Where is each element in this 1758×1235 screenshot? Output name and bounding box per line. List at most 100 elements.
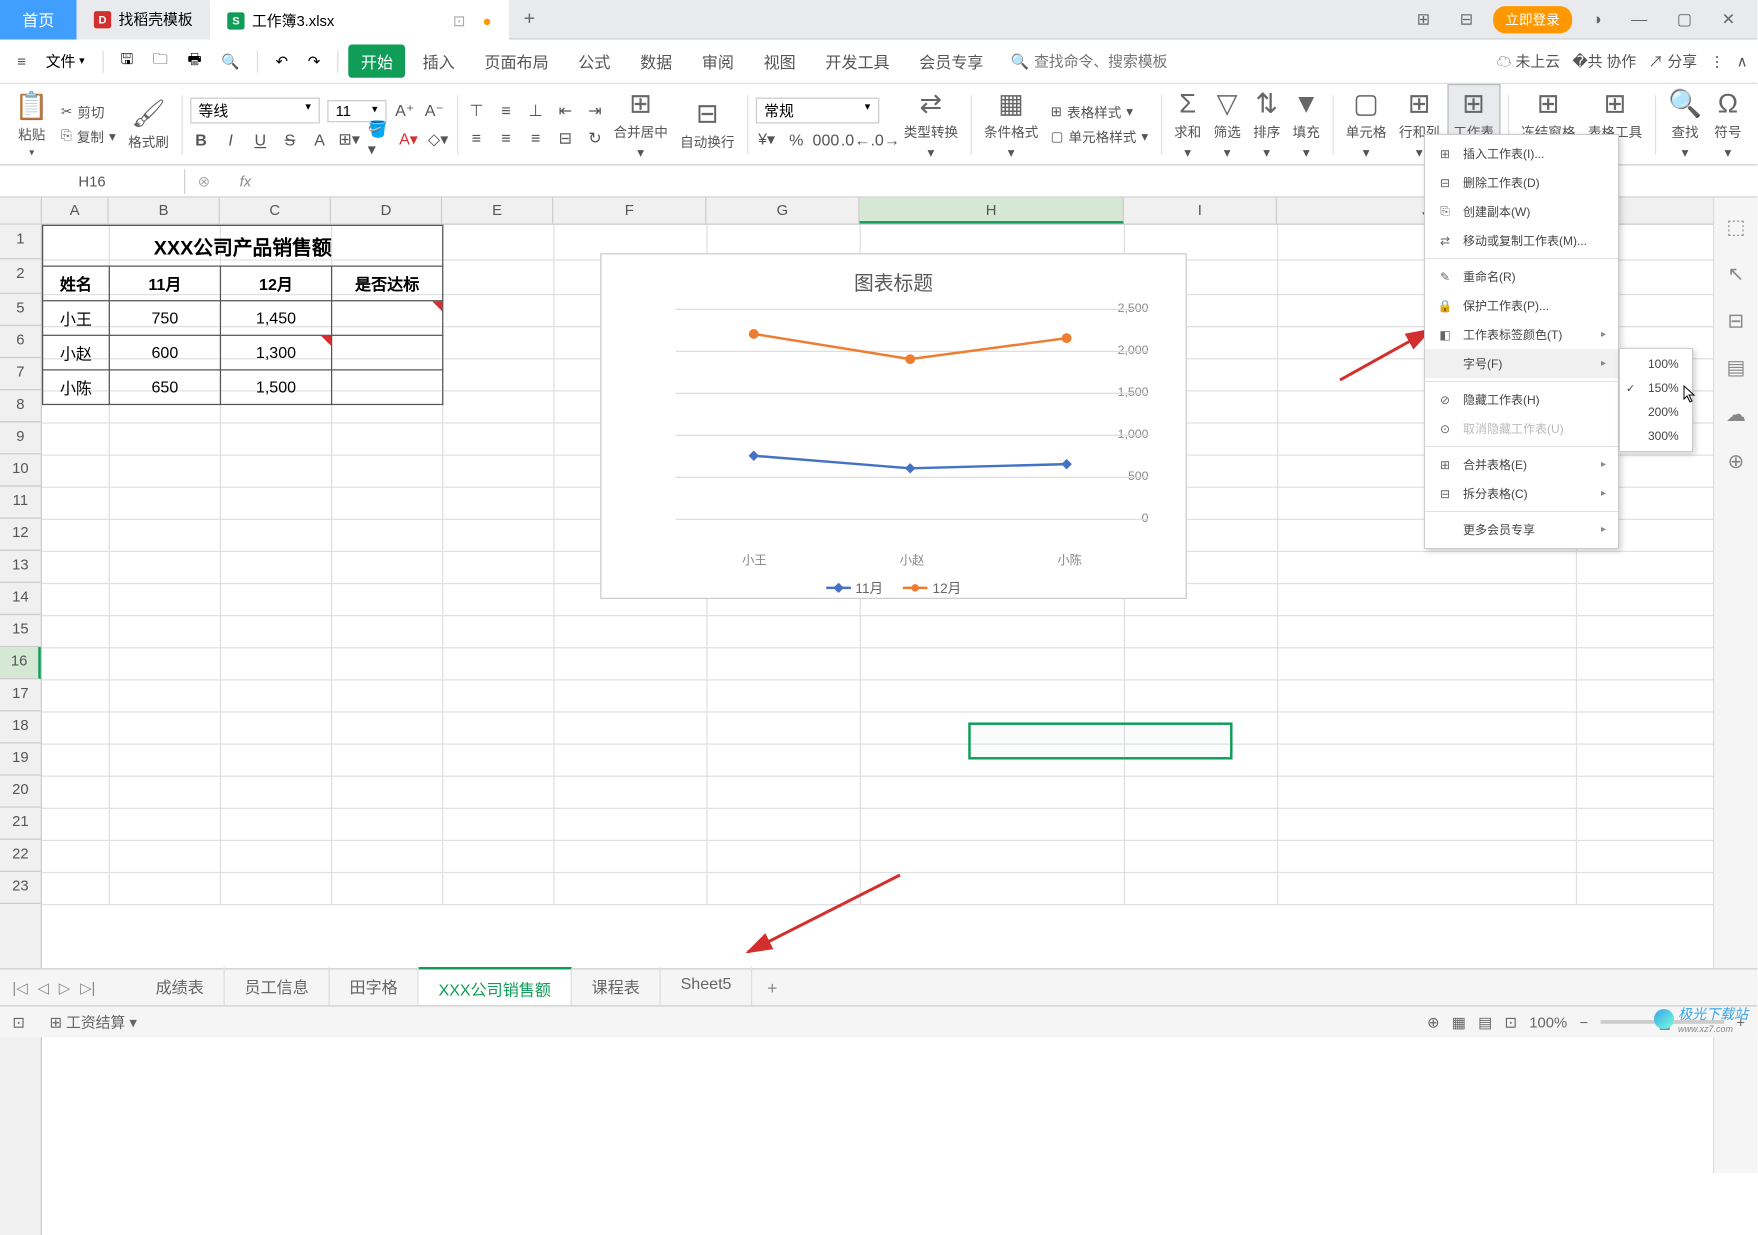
orientation-icon[interactable]: ↻ [584, 127, 606, 149]
cell[interactable]: 1,450 [220, 301, 331, 336]
menu-split-tables[interactable]: ⊟拆分表格(C)▸ [1425, 479, 1618, 508]
row-header[interactable]: 20 [0, 776, 41, 808]
cell[interactable]: 小王 [43, 301, 110, 336]
align-left-icon[interactable]: ≡ [465, 127, 487, 149]
cancel-fx-icon[interactable]: ⊗ [185, 172, 222, 189]
sheet-tab[interactable]: 成绩表 [136, 967, 225, 1008]
cell[interactable] [332, 370, 443, 405]
save-as-icon[interactable]: 🗀 [145, 48, 175, 74]
align-center-icon[interactable]: ≡ [495, 127, 517, 149]
close-button[interactable]: ✕ [1712, 4, 1745, 34]
home-tab[interactable]: 首页 [0, 0, 77, 39]
tab-review[interactable]: 审阅 [689, 44, 746, 77]
row-header[interactable]: 13 [0, 551, 41, 583]
zoom-value[interactable]: 100% [1529, 1013, 1567, 1030]
align-right-icon[interactable]: ≡ [525, 127, 547, 149]
menu-font-size[interactable]: 字号(F)▸ [1425, 349, 1618, 378]
cell[interactable]: 小赵 [43, 335, 110, 370]
sidebar-settings-icon[interactable]: ⊟ [1728, 309, 1745, 334]
menu-rename[interactable]: ✎重命名(R) [1425, 262, 1618, 291]
collab-button[interactable]: �共 协作 [1572, 51, 1636, 72]
cell[interactable]: 650 [109, 370, 220, 405]
format-painter-button[interactable]: 🖌格式刷 [123, 94, 174, 153]
tab-data[interactable]: 数据 [628, 44, 685, 77]
file-tab[interactable]: S 工作簿3.xlsx ⊡ ● [210, 0, 509, 39]
undo-button[interactable]: ↶ [268, 52, 295, 69]
strikethrough-button[interactable]: S [279, 128, 301, 150]
select-all-corner[interactable] [0, 198, 42, 225]
tab-dev[interactable]: 开发工具 [813, 44, 902, 77]
row-header[interactable]: 7 [0, 358, 41, 390]
cut-button[interactable]: ✂ 剪切 [56, 101, 121, 123]
sum-button[interactable]: Σ求和▾ [1169, 85, 1206, 163]
app-menu-icon[interactable]: ≡ [10, 48, 33, 75]
submenu-200[interactable]: 200% [1620, 400, 1692, 424]
file-menu[interactable]: 文件▾ [38, 51, 92, 72]
cell[interactable]: 600 [109, 335, 220, 370]
row-header[interactable]: 23 [0, 872, 41, 904]
sidebar-help-icon[interactable]: ⊕ [1728, 450, 1745, 475]
submenu-300[interactable]: 300% [1620, 424, 1692, 448]
align-top-icon[interactable]: ⊤ [465, 99, 487, 121]
fill-color-button[interactable]: 🪣▾ [368, 128, 390, 150]
indent-left-icon[interactable]: ⇤ [554, 99, 576, 121]
preview-icon[interactable]: 🔍 [214, 52, 247, 69]
indent-right-icon[interactable]: ⇥ [584, 99, 606, 121]
new-tab-button[interactable]: + [509, 8, 550, 30]
collapse-ribbon-icon[interactable]: ∧ [1737, 52, 1748, 69]
selected-cell[interactable] [968, 722, 1232, 759]
tab-view[interactable]: 视图 [751, 44, 808, 77]
increase-decimal-icon[interactable]: .0← [844, 128, 866, 150]
sheet-tab[interactable]: XXX公司销售额 [419, 967, 572, 1008]
type-convert-button[interactable]: ⇄类型转换▾ [899, 85, 963, 163]
redo-button[interactable]: ↷ [300, 52, 327, 69]
increase-font-icon[interactable]: A⁺ [394, 99, 416, 121]
cell[interactable] [332, 301, 443, 336]
column-header[interactable]: B [109, 198, 220, 224]
row-header[interactable]: 8 [0, 390, 41, 422]
distribute-icon[interactable]: ⊟ [554, 127, 576, 149]
menu-merge-tables[interactable]: ⊞合并表格(E)▸ [1425, 450, 1618, 479]
apps-icon[interactable]: ⊟ [1450, 4, 1483, 34]
column-header[interactable]: D [331, 198, 442, 224]
search-input[interactable] [1034, 52, 1219, 69]
percent-icon[interactable]: % [785, 128, 807, 150]
row-header[interactable]: 21 [0, 808, 41, 840]
table-style-button[interactable]: ⊞ 表格样式▾ [1046, 101, 1153, 123]
filter-button[interactable]: ▽筛选▾ [1209, 85, 1246, 163]
tab-formula[interactable]: 公式 [566, 44, 623, 77]
zoom-out-button[interactable]: − [1580, 1013, 1589, 1030]
menu-delete-sheet[interactable]: ⊟删除工作表(D) [1425, 168, 1618, 197]
minimize-button[interactable]: — [1621, 5, 1657, 33]
tab-menu-icon[interactable]: ⊡ [453, 12, 465, 29]
tab-layout[interactable]: 页面布局 [472, 44, 561, 77]
cell[interactable]: 1,500 [220, 370, 331, 405]
chart-object[interactable]: 图表标题 05001,0001,5002,0002,500小王小赵小陈 11月 … [600, 253, 1187, 599]
row-header[interactable]: 10 [0, 454, 41, 486]
cell[interactable] [332, 335, 443, 370]
font-name-select[interactable]: 等线▾ [190, 98, 320, 124]
merge-center-button[interactable]: ⊞合并居中▾ [609, 85, 673, 163]
decrease-decimal-icon[interactable]: .0→ [874, 128, 896, 150]
column-header[interactable]: H [860, 198, 1124, 224]
menu-insert-sheet[interactable]: ⊞插入工作表(I)... [1425, 139, 1618, 168]
column-header[interactable]: G [706, 198, 859, 224]
border-button[interactable]: ⊞▾ [338, 128, 360, 150]
view-normal-icon[interactable]: ⊕ [1427, 1013, 1439, 1030]
italic-button[interactable]: I [220, 128, 242, 150]
menu-protect[interactable]: 🔒保护工作表(P)... [1425, 291, 1618, 320]
tab-insert[interactable]: 插入 [410, 44, 467, 77]
layout-icon[interactable]: ⊞ [1407, 4, 1440, 34]
font-size-select[interactable]: 11▾ [327, 99, 386, 121]
maximize-button[interactable]: ▢ [1667, 4, 1702, 34]
copy-button[interactable]: ⎘ 复制▾ [56, 125, 121, 147]
sheet-tab[interactable]: 田字格 [330, 967, 419, 1008]
name-box[interactable]: H16 [0, 169, 185, 194]
status-mode-icon[interactable]: ⊡ [12, 1013, 24, 1030]
comma-icon[interactable]: 000 [815, 128, 837, 150]
row-header[interactable]: 6 [0, 326, 41, 358]
font-style-button[interactable]: A [308, 128, 330, 150]
column-header[interactable]: I [1124, 198, 1277, 224]
sheet-nav-next-icon[interactable]: ▷ [59, 979, 70, 996]
row-header[interactable]: 5 [0, 294, 41, 326]
